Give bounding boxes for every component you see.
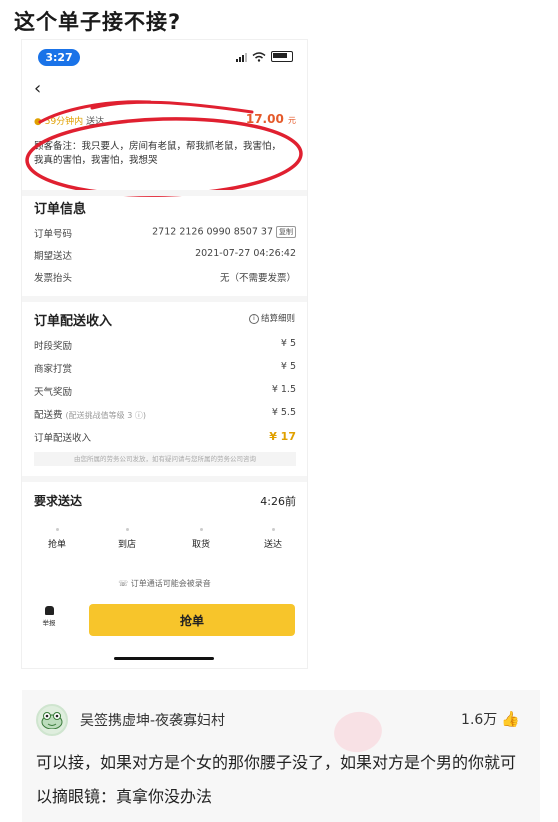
status-bar: 3:27 — [22, 40, 307, 72]
income-label: 天气奖励 — [34, 387, 73, 398]
like-button[interactable]: 1.6万 👍 — [461, 709, 520, 729]
comment-username[interactable]: 吴签携虚坤-夜袭寡妇村 — [80, 710, 225, 730]
invoice-row: 发票抬头 无（不需要发票） — [34, 270, 296, 286]
expected-delivery-row: 期望送达 2021-07-27 04:26:42 — [34, 248, 296, 264]
divider — [22, 190, 307, 196]
order-number-row: 订单号码 2712 2126 0990 8507 37 复制 — [34, 226, 296, 242]
expected-delivery-label: 期望送达 — [34, 251, 73, 262]
divider — [22, 296, 307, 302]
report-button[interactable]: 举报 — [36, 606, 62, 627]
income-footnote: 由您所属的劳务公司发放，如有疑问请与您所属的劳务公司咨询 — [34, 452, 296, 466]
income-total-label: 订单配送收入 — [34, 433, 92, 444]
income-total-row: 订单配送收入 ¥ 17 — [34, 430, 296, 446]
phone-screenshot: 3:27 ‹ ● 59分钟内 送达 17.00 元 顾客备注：我只要人，房间有老鼠… — [22, 40, 307, 668]
comment-text: 可以接，如果对方是个女的那你腰子没了，如果对方是个男的你就可以摘眼镜：真拿你没办… — [36, 753, 517, 806]
order-number-label: 订单号码 — [34, 229, 73, 240]
settlement-rules-link[interactable]: i 结算细则 — [248, 312, 295, 324]
alarm-icon — [44, 606, 54, 615]
order-info-title: 订单信息 — [34, 202, 87, 217]
info-icon: i — [248, 313, 259, 324]
customer-remark: 顾客备注：我只要人，房间有老鼠，帮我抓老鼠，我害怕，我真的害怕，我害怕，我想哭 — [34, 141, 282, 166]
step-item: 送达 — [248, 528, 298, 550]
comment-card: 吴签携虚坤-夜袭寡妇村 1.6万 👍 可以接，如果对方是个女的那你腰子没了，如果对… — [22, 690, 540, 822]
status-time: 3:27 — [38, 49, 80, 66]
copy-button[interactable]: 复制 — [276, 226, 296, 238]
signal-icon — [236, 52, 247, 62]
order-price: 17.00 元 — [245, 112, 296, 126]
income-row: 天气奖励 ¥ 1.5 — [34, 384, 296, 400]
post-title: 这个单子接不接? — [14, 10, 182, 34]
frog-face-icon — [41, 712, 63, 729]
progress-steps: 抢单 到店 取货 送达 — [34, 528, 296, 558]
delivery-time-text: ● 59分钟内 送达 — [34, 117, 105, 127]
wifi-icon — [252, 51, 266, 62]
income-total-value: ¥ 17 — [269, 430, 296, 443]
income-value: ¥ 1.5 — [271, 384, 296, 395]
divider — [22, 476, 307, 482]
required-delivery-value: 4:26前 — [260, 495, 296, 508]
income-value: ¥ 5 — [280, 338, 296, 349]
income-value: ¥ 5 — [280, 361, 296, 372]
income-row: 商家打赏 ¥ 5 — [34, 361, 296, 377]
home-indicator — [114, 657, 214, 660]
back-button[interactable]: ‹ — [34, 80, 41, 98]
battery-icon — [271, 51, 293, 62]
challenge-level-hint: (配送挑战值等级 3 ⓘ) — [65, 411, 146, 420]
income-label: 时段奖励 — [34, 341, 73, 352]
order-header: ● 59分钟内 送达 17.00 元 — [34, 112, 296, 130]
required-delivery-label: 要求送达 — [34, 494, 83, 508]
order-number-value: 2712 2126 0990 8507 37 复制 — [152, 226, 296, 238]
income-title: 订单配送收入 — [34, 314, 113, 329]
required-delivery-row: 要求送达 4:26前 — [34, 492, 296, 510]
phone-icon: ☏ — [118, 579, 129, 588]
income-label: 配送费 (配送挑战值等级 3 ⓘ) — [34, 410, 146, 421]
bottom-action-bar: 举报 抢单 — [22, 598, 307, 646]
income-row: 时段奖励 ¥ 5 — [34, 338, 296, 354]
income-row: 配送费 (配送挑战值等级 3 ⓘ) ¥ 5.5 — [34, 407, 296, 423]
step-item: 到店 — [102, 528, 152, 550]
invoice-label: 发票抬头 — [34, 273, 73, 284]
income-label: 商家打赏 — [34, 364, 73, 375]
thumbs-up-icon: 👍 — [501, 710, 520, 728]
grab-order-button[interactable]: 抢单 — [89, 604, 295, 636]
expected-delivery-value: 2021-07-27 04:26:42 — [195, 248, 296, 259]
step-item: 抢单 — [32, 528, 82, 550]
avatar[interactable] — [36, 704, 68, 736]
call-record-note: ☏ 订单通话可能会被录音 — [118, 579, 211, 588]
step-item: 取货 — [176, 528, 226, 550]
income-value: ¥ 5.5 — [271, 407, 296, 418]
status-icons — [236, 51, 293, 62]
invoice-value: 无（不需要发票） — [219, 273, 296, 284]
